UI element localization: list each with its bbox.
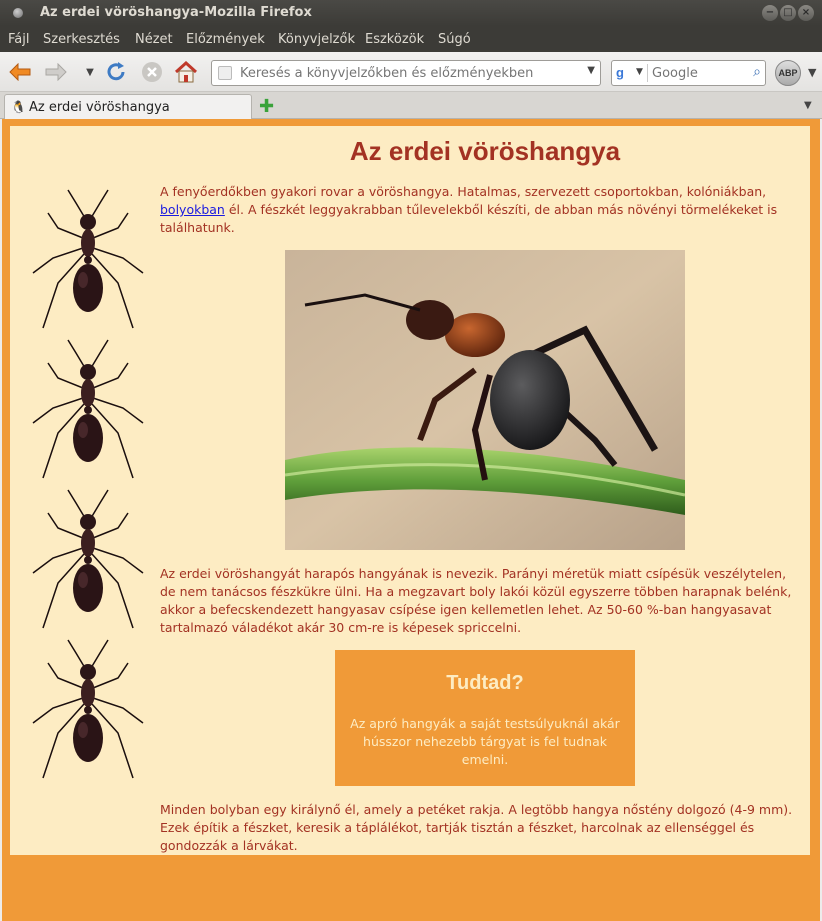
intro-paragraph: A fenyőerdőkben gyakori rovar a vöröshan… bbox=[160, 183, 800, 237]
page-heading: Az erdei vöröshangya bbox=[349, 136, 621, 166]
menu-bar: Fájl Szerkesztés Nézet Előzmények Könyvj… bbox=[0, 26, 822, 52]
ant-illustration-icon bbox=[32, 339, 144, 479]
search-separator bbox=[647, 64, 648, 82]
search-input[interactable] bbox=[652, 64, 742, 82]
reload-icon[interactable] bbox=[104, 60, 128, 84]
ant-illustration-icon bbox=[32, 189, 144, 329]
page-viewport[interactable]: Az erdei vöröshangya A fenyőerdőkben gya… bbox=[2, 119, 820, 921]
ant-photo bbox=[285, 250, 685, 550]
menu-tools[interactable]: Eszközök bbox=[365, 32, 424, 47]
page-content: Az erdei vöröshangya A fenyőerdőkben gya… bbox=[10, 126, 810, 855]
history-dropdown-icon[interactable]: ▼ bbox=[78, 60, 102, 84]
menu-view[interactable]: Nézet bbox=[135, 32, 173, 47]
forward-arrow-icon[interactable] bbox=[44, 60, 68, 84]
url-dropdown-icon[interactable]: ▼ bbox=[587, 65, 595, 76]
did-you-know-text: Az apró hangyák a saját testsúlyuknál ak… bbox=[350, 716, 620, 767]
engine-dropdown-icon[interactable]: ▼ bbox=[636, 67, 643, 77]
search-bar[interactable]: g ▼ ⌕ bbox=[611, 60, 766, 86]
menu-bookmarks[interactable]: Könyvjelzők bbox=[278, 32, 355, 47]
tab-list-icon[interactable]: ▼ bbox=[804, 100, 812, 111]
ant-illustration-icon bbox=[32, 639, 144, 779]
minimize-icon[interactable]: − bbox=[762, 5, 778, 21]
second-paragraph: Az erdei vöröshangyát harapós hangyának … bbox=[160, 566, 792, 635]
tux-icon: 🐧 bbox=[11, 100, 26, 114]
url-input[interactable] bbox=[240, 64, 580, 82]
tab-bar: 🐧 Az erdei vöröshangya ✚ ▼ bbox=[0, 92, 822, 119]
tab-label: Az erdei vöröshangya bbox=[29, 100, 170, 115]
intro-text-start: A fenyőerdőkben gyakori rovar a vöröshan… bbox=[160, 184, 767, 199]
adblock-button[interactable]: ABP bbox=[775, 60, 801, 86]
ant-illustration-icon bbox=[32, 489, 144, 629]
google-engine-icon[interactable]: g bbox=[616, 65, 632, 81]
title-bar: Az erdei vöröshangya-Mozilla Firefox − □… bbox=[0, 0, 822, 26]
toolbar-overflow-icon[interactable]: ▼ bbox=[808, 66, 816, 79]
stop-icon[interactable] bbox=[140, 60, 164, 84]
maximize-icon[interactable]: □ bbox=[780, 5, 796, 21]
window-menu-icon[interactable] bbox=[13, 8, 23, 18]
bolyokban-link[interactable]: bolyokban bbox=[160, 202, 225, 217]
did-you-know-box: Tudtad? Az apró hangyák a saját testsúly… bbox=[335, 650, 635, 786]
browser-window: Az erdei vöröshangya-Mozilla Firefox − □… bbox=[0, 0, 822, 921]
home-icon[interactable] bbox=[174, 60, 198, 84]
did-you-know-title: Tudtad? bbox=[446, 672, 524, 694]
search-icon[interactable]: ⌕ bbox=[753, 64, 761, 80]
url-bar[interactable]: ▼ bbox=[211, 60, 601, 86]
tab-active[interactable]: 🐧 Az erdei vöröshangya bbox=[4, 94, 252, 119]
menu-history[interactable]: Előzmények bbox=[186, 32, 265, 47]
back-arrow-icon[interactable] bbox=[8, 60, 32, 84]
intro-text-end: él. A fészkét leggyakrabban tűlevelekből… bbox=[160, 202, 778, 235]
menu-file[interactable]: Fájl bbox=[8, 32, 29, 47]
third-paragraph: Minden bolyban egy királynő él, amely a … bbox=[160, 802, 793, 853]
menu-help[interactable]: Súgó bbox=[438, 32, 471, 47]
navigation-toolbar: ▼ ▼ g ▼ ⌕ ABP ▼ bbox=[0, 52, 822, 92]
window-title: Az erdei vöröshangya-Mozilla Firefox bbox=[40, 5, 312, 20]
page-favicon-icon bbox=[218, 66, 232, 80]
new-tab-plus-icon[interactable]: ✚ bbox=[259, 96, 274, 117]
close-icon[interactable]: × bbox=[798, 5, 814, 21]
menu-edit[interactable]: Szerkesztés bbox=[43, 32, 120, 47]
